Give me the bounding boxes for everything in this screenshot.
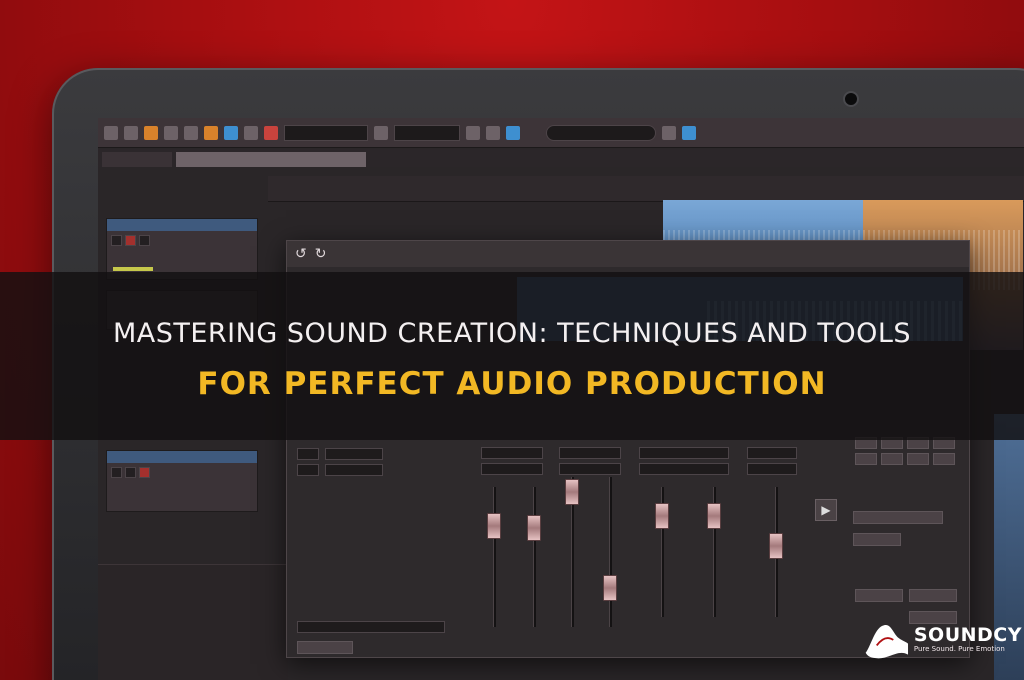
- mute-button[interactable]: [125, 467, 136, 478]
- track-name: [107, 451, 257, 463]
- track-strip[interactable]: [106, 218, 258, 280]
- tab-project[interactable]: [176, 152, 366, 167]
- title-overlay: [0, 272, 1024, 440]
- list-item[interactable]: [98, 584, 288, 597]
- fader-thumb[interactable]: [707, 503, 721, 529]
- document-tabs: [98, 149, 1024, 167]
- soundcy-logo-icon: [865, 624, 909, 659]
- play-icon[interactable]: ▶: [815, 499, 837, 521]
- redo-icon[interactable]: ↻: [315, 246, 327, 262]
- length-field[interactable]: [481, 463, 543, 475]
- object-mode-select[interactable]: [297, 621, 445, 633]
- fader-thumb[interactable]: [487, 513, 501, 539]
- mixer-icon[interactable]: [506, 125, 520, 140]
- metronome-icon[interactable]: [374, 125, 388, 140]
- fader-track: [609, 477, 612, 627]
- search-input[interactable]: [546, 124, 656, 141]
- save-icon[interactable]: [124, 125, 138, 140]
- preview-button[interactable]: [855, 589, 903, 602]
- mute-button[interactable]: [125, 235, 136, 246]
- fader-thumb[interactable]: [769, 533, 783, 559]
- curve-select[interactable]: [639, 463, 729, 475]
- track-name: [107, 219, 257, 231]
- preset-button[interactable]: [855, 453, 877, 465]
- tab-midi-editor[interactable]: [102, 152, 172, 167]
- db-field[interactable]: [747, 447, 797, 459]
- track-strip[interactable]: [106, 450, 258, 512]
- stepper[interactable]: [297, 463, 319, 476]
- timeline-ruler[interactable]: [268, 176, 1024, 202]
- fade-in-row: [297, 463, 383, 476]
- tempo-field[interactable]: [394, 124, 460, 141]
- open-folder-icon[interactable]: [144, 125, 158, 140]
- level-meter: [113, 267, 153, 271]
- stepper[interactable]: [297, 447, 319, 460]
- record-arm-button[interactable]: [139, 235, 150, 246]
- play-icon[interactable]: [682, 125, 696, 140]
- browser-panel: [98, 564, 288, 680]
- toolbar: [98, 118, 1024, 148]
- fade-out-row: [297, 447, 383, 460]
- record-arm-button[interactable]: [139, 467, 150, 478]
- pencil-icon[interactable]: [204, 125, 218, 140]
- fader-track: [533, 487, 536, 627]
- fader-thumb[interactable]: [565, 479, 579, 505]
- list-item[interactable]: [98, 600, 288, 613]
- brand-tagline: Pure Sound. Pure Emotion: [913, 645, 1005, 653]
- headline-line-2: FOR PERFECT AUDIO PRODUCTION: [197, 366, 827, 402]
- curve-select[interactable]: [639, 447, 729, 459]
- tool-icon[interactable]: [244, 125, 258, 140]
- preset-button[interactable]: [881, 453, 903, 465]
- preset-select[interactable]: [853, 511, 943, 524]
- list-item[interactable]: [98, 632, 288, 645]
- length-field[interactable]: [481, 447, 543, 459]
- time-field[interactable]: [325, 447, 383, 460]
- solo-button[interactable]: [111, 467, 122, 478]
- fader-track: [493, 487, 496, 627]
- grid-select[interactable]: [284, 124, 368, 141]
- list-item[interactable]: [98, 648, 288, 661]
- brand-name: SOUNDCY: [913, 624, 1022, 646]
- redo-icon[interactable]: [486, 125, 500, 140]
- cursor-icon[interactable]: [184, 125, 198, 140]
- headline-line-1: MASTERING SOUND CREATION: TECHNIQUES AND…: [112, 318, 912, 349]
- gain-field[interactable]: [559, 447, 621, 459]
- brand-logo: SOUNDCY Pure Sound. Pure Emotion: [862, 614, 1022, 664]
- list-item[interactable]: [98, 568, 288, 581]
- apply-button[interactable]: [909, 589, 957, 602]
- solo-button[interactable]: [111, 235, 122, 246]
- time-field[interactable]: [325, 463, 383, 476]
- undo-icon[interactable]: ↺: [295, 246, 307, 262]
- record-icon[interactable]: [264, 125, 278, 140]
- fader-thumb[interactable]: [655, 503, 669, 529]
- preset-buttons: [855, 437, 955, 465]
- new-file-icon[interactable]: [104, 125, 118, 140]
- snap-icon[interactable]: [224, 125, 238, 140]
- db-field[interactable]: [747, 463, 797, 475]
- disk-icon[interactable]: [164, 125, 178, 140]
- fader-thumb[interactable]: [527, 515, 541, 541]
- search-icon[interactable]: [662, 125, 676, 140]
- gain-field[interactable]: [559, 463, 621, 475]
- store-button[interactable]: [853, 533, 901, 546]
- webcam-icon: [843, 91, 859, 107]
- undo-icon[interactable]: [466, 125, 480, 140]
- preset-button[interactable]: [933, 453, 955, 465]
- preferences-button[interactable]: [297, 641, 353, 654]
- fader-thumb[interactable]: [603, 575, 617, 601]
- preset-button[interactable]: [907, 453, 929, 465]
- list-item[interactable]: [98, 616, 288, 629]
- dialog-titlebar: ↺ ↻: [287, 241, 969, 267]
